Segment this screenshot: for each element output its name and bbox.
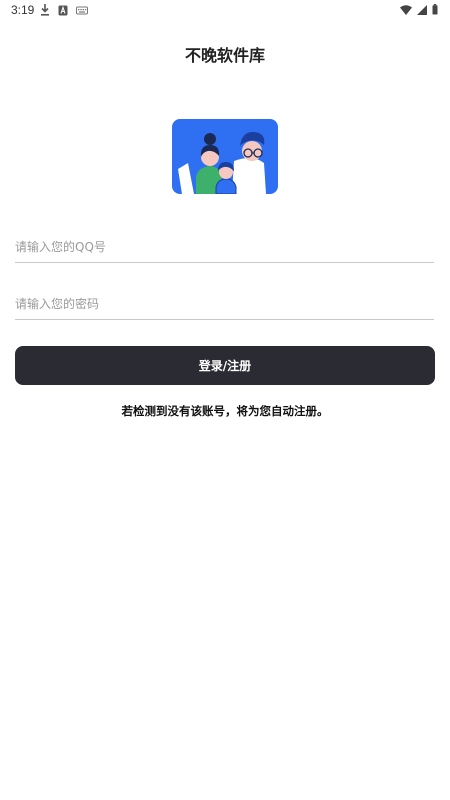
battery-icon xyxy=(432,4,438,15)
status-bar: 3:19 xyxy=(0,0,450,22)
signal-icon xyxy=(417,4,427,15)
status-left-icons xyxy=(40,4,88,16)
qq-input[interactable] xyxy=(15,232,434,262)
wifi-icon xyxy=(400,4,412,15)
status-time: 3:19 xyxy=(11,3,35,17)
family-illustration-icon xyxy=(172,119,278,194)
password-field[interactable] xyxy=(15,289,434,320)
auto-register-hint: 若检测到没有该账号，将为您自动注册。 xyxy=(121,404,329,418)
keyboard-icon xyxy=(76,6,88,14)
app-a-icon xyxy=(58,5,68,15)
page-title: 不晚软件库 xyxy=(184,46,265,65)
login-register-button[interactable]: 登录/注册 xyxy=(15,346,435,385)
status-right-icons xyxy=(400,4,438,15)
qq-field[interactable] xyxy=(15,232,434,263)
download-icon xyxy=(41,4,49,16)
password-input[interactable] xyxy=(15,289,434,319)
